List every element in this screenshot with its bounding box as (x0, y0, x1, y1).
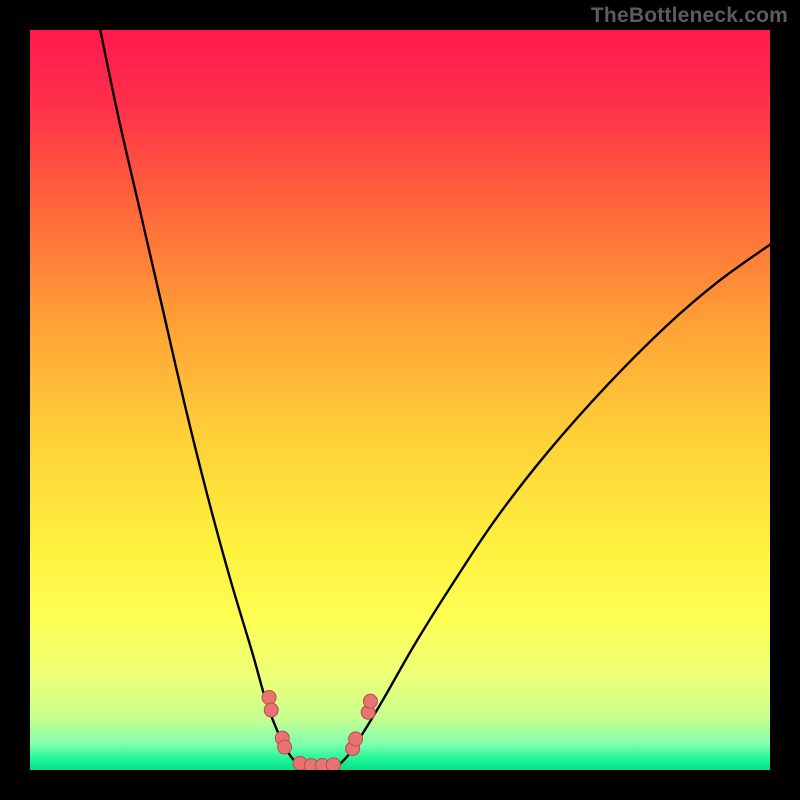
data-marker (363, 694, 377, 708)
data-marker (278, 740, 292, 754)
chart-frame: TheBottleneck.com (0, 0, 800, 800)
data-marker (326, 758, 340, 770)
data-marker (349, 732, 363, 746)
curve-layer (30, 30, 770, 770)
data-marker (264, 703, 278, 717)
curve-bottleneck-curve-right (337, 245, 770, 767)
data-marker (262, 690, 276, 704)
watermark-text: TheBottleneck.com (591, 4, 788, 28)
curve-bottleneck-curve-left (100, 30, 302, 766)
plot-area (30, 30, 770, 770)
